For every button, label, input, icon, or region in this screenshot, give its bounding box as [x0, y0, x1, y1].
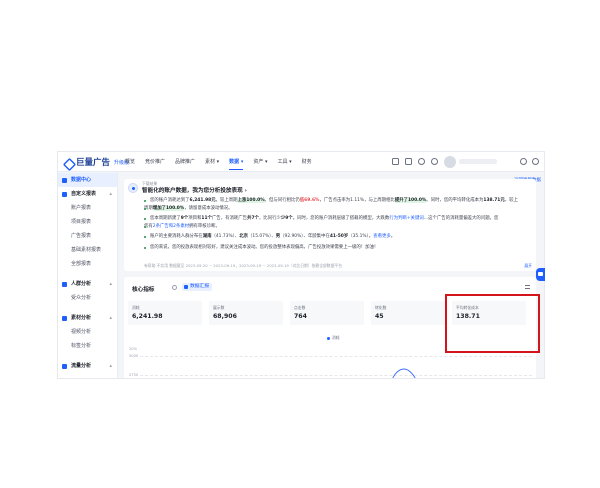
logo-text: 巨量广告 [76, 158, 111, 168]
sidebar-group-header[interactable]: 素材分析 ▴ [58, 311, 117, 325]
sidebar-item-label: 标签分析 [71, 343, 92, 349]
float-assistant-button[interactable] [536, 268, 545, 281]
settings-icon[interactable] [520, 158, 527, 165]
ai-card-title[interactable]: 智能化的账户数据，我为您分析投放表现 › [142, 186, 247, 194]
sidebar-item[interactable]: 标签分析 [58, 339, 117, 353]
list-item: 您的来说，您的投放表现相对较好，建议关注成本波动。您的投放整体表现偏高，广告投放… [144, 244, 532, 252]
grid-menu-icon[interactable] [532, 158, 539, 165]
sidebar-group-header[interactable]: 人群分析 ▴ [58, 277, 117, 291]
sidebar-item-label: 账户报表 [71, 205, 92, 211]
sidebar-item[interactable]: 全部报表 [58, 257, 117, 271]
sidebar-item-label: 流量分析 [71, 363, 92, 369]
list-item-continued: 您有2条广告和2条素材拥有审核诊断。 [144, 223, 532, 231]
sidebar-group-header[interactable]: 自定义报表 ▴ [58, 187, 117, 201]
list-item: 您本周期新建了9个项目和11个广告，有消耗广告共7个，比同行少少9个。同时，您的… [144, 215, 532, 223]
nav-item[interactable]: 品牌推广 [170, 152, 200, 172]
sidebar-item[interactable]: 基础素材报表 [58, 243, 117, 257]
account-name-placeholder[interactable] [459, 159, 497, 164]
sidebar-item-label: 项目报表 [71, 219, 92, 225]
sidebar-item-label: 人群分析 [71, 281, 92, 287]
nav-item[interactable]: 数据 ▾ [224, 152, 248, 172]
list-item: 您的账户消耗达到了6,241.98元，较上周期上涨100.0%，但与同行相比仍低… [144, 197, 532, 205]
sidebar-section-icon [62, 315, 67, 321]
ai-card-footer: 有帮助 不实用 数据截至 2023-09-20 ~ 2023-09-19，202… [144, 263, 342, 268]
sidebar-item[interactable]: 数据中心 [58, 173, 117, 187]
nav-item[interactable]: 资产 ▾ [248, 152, 272, 172]
avatar[interactable] [444, 156, 456, 168]
chevron-up-icon: ▴ [109, 363, 112, 369]
nav-item[interactable]: 竞价推广 [140, 152, 170, 172]
sidebar-section-icon [62, 363, 67, 369]
expand-link[interactable]: 展开 [524, 263, 532, 269]
sidebar-item[interactable]: 广告报表 [58, 229, 117, 243]
sidebar-item-label: 全部报表 [71, 261, 92, 267]
sidebar-section-icon [62, 191, 67, 197]
sidebar: 数据中心自定义报表 ▴ 账户报表项目报表广告报表基础素材报表 全部报表人群分析 ▴ 受众分… [58, 173, 118, 378]
ai-assistant-icon [128, 183, 138, 193]
main-nav: 概览 竞价推广 品牌推广 素材 ▾ 数据 ▾ 资产 ▾ 工具 ▾ 财务 [120, 152, 317, 172]
sidebar-item-label: 基础素材报表 [71, 247, 102, 253]
nav-item[interactable]: 财务 [297, 152, 317, 172]
nav-item[interactable]: 素材 ▾ [200, 152, 224, 172]
sidebar-section-icon [62, 281, 67, 287]
sidebar-item[interactable]: 受众分析 [58, 291, 117, 305]
sidebar-item-label: 自定义报表 [71, 191, 97, 197]
sidebar-scrollbar[interactable] [118, 173, 122, 378]
sidebar-item-label: 受众分析 [71, 295, 92, 301]
sidebar-item-label: 广告报表 [71, 233, 92, 239]
sidebar-section-icon [62, 177, 67, 183]
sidebar-group-header[interactable]: 流量分析 ▴ [58, 359, 117, 373]
highlight-box [445, 294, 540, 353]
nav-item[interactable]: 概览 [120, 152, 140, 172]
chevron-up-icon: ▴ [109, 191, 112, 197]
logo-mark-icon [62, 157, 73, 168]
list-item: 账户的主要消耗人群分布在湖南（41.73%）、北京（15.07%）、男（92.9… [144, 233, 532, 241]
top-icon-group [392, 158, 438, 165]
sidebar-item[interactable]: 账户报表 [58, 201, 117, 215]
top-navigation-bar: 巨量广告 升级版 概览 竞价推广 品牌推广 素材 ▾ 数据 ▾ 资产 ▾ 工具 ▾ 财务 [58, 152, 544, 172]
message-icon[interactable] [392, 158, 399, 165]
help-icon[interactable] [418, 158, 425, 165]
sidebar-item-label: 素材分析 [71, 315, 92, 321]
ai-insight-list: 您的账户消耗达到了6,241.98元，较上周期上涨100.0%，但与同行相比仍低… [144, 197, 532, 252]
sidebar-item-label: 视频分析 [71, 329, 92, 335]
trend-line [392, 368, 416, 378]
chevron-up-icon: ▴ [109, 281, 112, 287]
list-item-continued: 周期增加了100.0%，请留意成本波动情况。 [144, 205, 532, 213]
nav-item[interactable]: 工具 ▾ [273, 152, 297, 172]
logo[interactable]: 巨量广告 升级版 [62, 156, 129, 168]
sidebar-item[interactable]: 项目报表 [58, 215, 117, 229]
sidebar-item-label: 数据中心 [71, 177, 92, 183]
chevron-up-icon: ▴ [109, 315, 112, 321]
document-icon[interactable] [405, 158, 412, 165]
page: 巨量广告 升级版 概览 竞价推广 品牌推广 素材 ▾ 数据 ▾ 资产 ▾ 工具 ▾ 财务 数据… [0, 0, 600, 488]
notification-icon[interactable] [431, 158, 438, 165]
ai-analysis-card: 下载结果 智能化的账户数据，我为您分析投放表现 › 您的账户消耗达到了6,241… [124, 179, 536, 271]
sidebar-item[interactable]: 视频分析 [58, 325, 117, 339]
